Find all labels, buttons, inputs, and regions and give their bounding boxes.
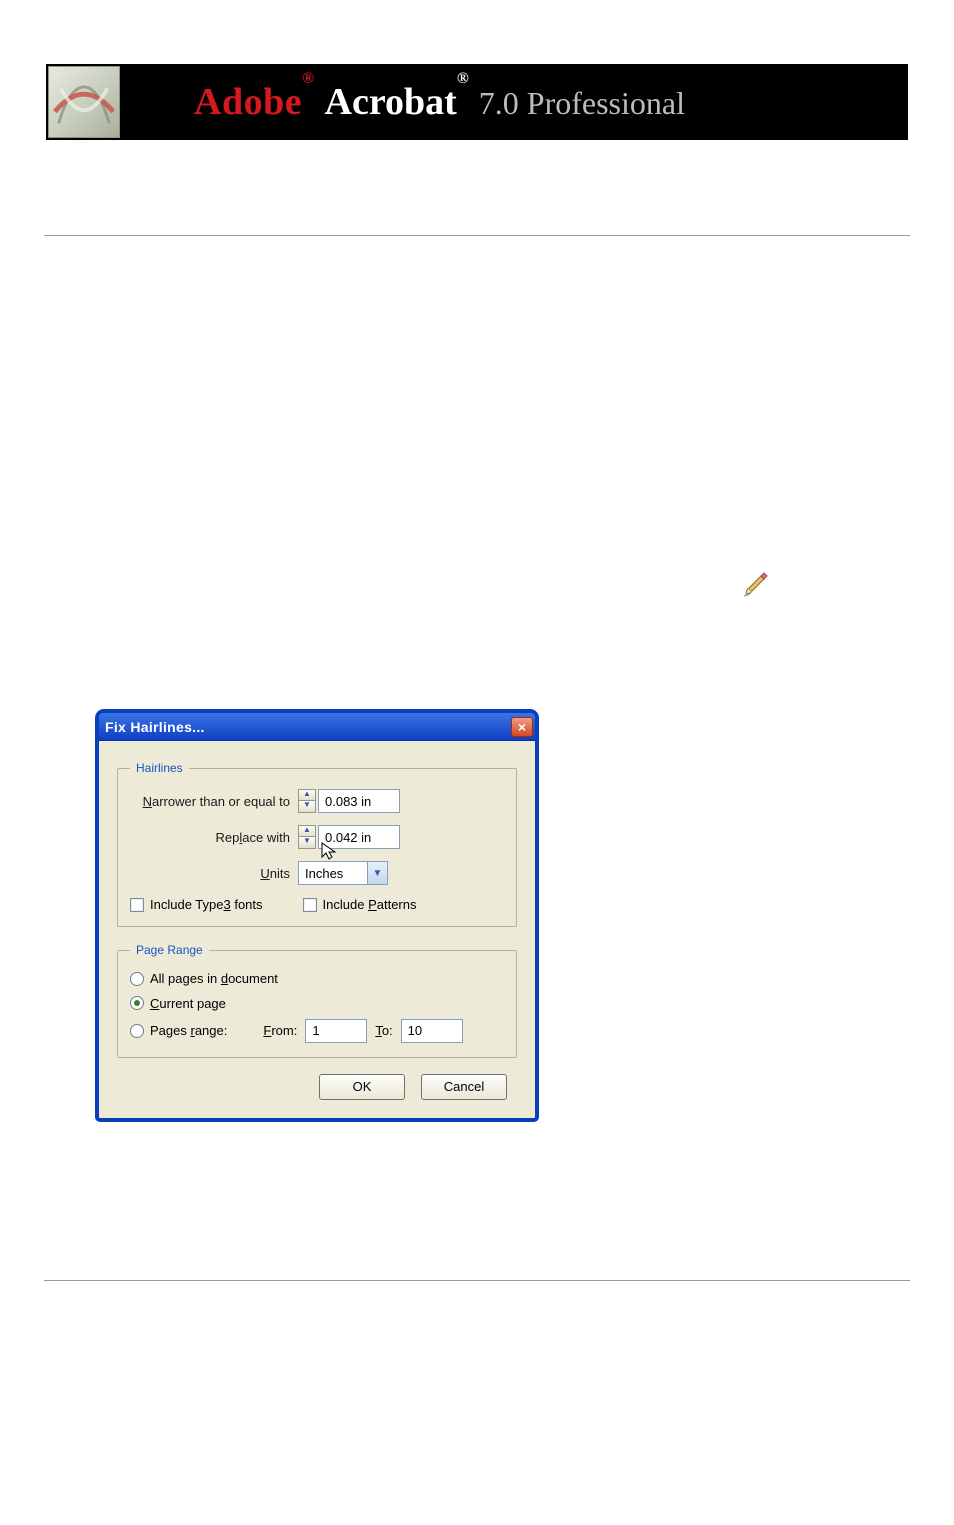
checkbox-icon (130, 898, 144, 912)
include-patterns-checkbox[interactable]: Include Patterns (303, 897, 417, 912)
fix-hairlines-dialog: Fix Hairlines... × Hairlines Narrower th… (98, 712, 536, 1119)
units-label: Units (130, 866, 298, 881)
radio-pages-range-label: Pages range: (150, 1023, 227, 1038)
spin-down-icon[interactable]: ▼ (298, 801, 316, 813)
hairlines-group: Hairlines Narrower than or equal to ▲ ▼ … (117, 761, 517, 927)
include-type3-label: Include Type3 fonts (150, 897, 263, 912)
divider-bottom (44, 1280, 910, 1281)
units-input[interactable] (298, 861, 368, 885)
include-patterns-label: Include Patterns (323, 897, 417, 912)
pencil-icon (742, 570, 770, 598)
units-dropdown[interactable]: ▼ (298, 861, 388, 885)
include-type3-checkbox[interactable]: Include Type3 fonts (130, 897, 263, 912)
dialog-titlebar[interactable]: Fix Hairlines... × (99, 713, 535, 741)
replace-label: Replace with (130, 830, 298, 845)
radio-icon (130, 1024, 144, 1038)
acrobat-logo-icon (48, 66, 120, 138)
radio-all-pages-label: All pages in document (150, 971, 278, 986)
from-label: From: (263, 1023, 297, 1038)
brand-version: 7.0 Professional (479, 85, 685, 122)
page-range-legend: Page Range (130, 943, 209, 957)
radio-all-pages[interactable]: All pages in document (130, 971, 278, 986)
close-icon[interactable]: × (511, 717, 533, 737)
radio-current-page-label: Current page (150, 996, 226, 1011)
page-range-group: Page Range All pages in document Current… (117, 943, 517, 1058)
divider-top (44, 235, 910, 236)
brand-acrobat: Acrobat® (325, 80, 469, 124)
from-input[interactable] (305, 1019, 367, 1043)
narrower-spinner[interactable]: ▲ ▼ (298, 789, 400, 813)
ok-button[interactable]: OK (319, 1074, 405, 1100)
radio-icon (130, 996, 144, 1010)
brand-adobe: Adobe® (194, 80, 315, 124)
radio-pages-range[interactable]: Pages range: (130, 1023, 227, 1038)
to-label: To: (375, 1023, 392, 1038)
narrower-label: Narrower than or equal to (130, 794, 298, 809)
to-input[interactable] (401, 1019, 463, 1043)
spin-down-icon[interactable]: ▼ (298, 837, 316, 849)
replace-spinner[interactable]: ▲ ▼ (298, 825, 400, 849)
dialog-title: Fix Hairlines... (105, 719, 511, 735)
narrower-input[interactable] (318, 789, 400, 813)
chevron-down-icon[interactable]: ▼ (368, 861, 388, 885)
cancel-button[interactable]: Cancel (421, 1074, 507, 1100)
radio-icon (130, 972, 144, 986)
replace-input[interactable] (318, 825, 400, 849)
hairlines-legend: Hairlines (130, 761, 189, 775)
product-header: Adobe® Acrobat® 7.0 Professional (46, 64, 908, 140)
checkbox-icon (303, 898, 317, 912)
product-title: Adobe® Acrobat® 7.0 Professional (194, 80, 685, 124)
radio-current-page[interactable]: Current page (130, 996, 226, 1011)
